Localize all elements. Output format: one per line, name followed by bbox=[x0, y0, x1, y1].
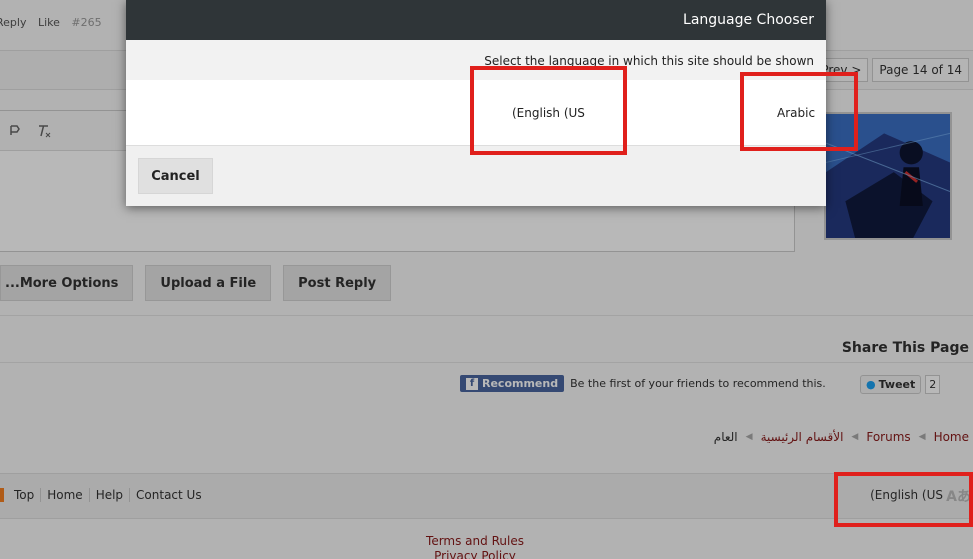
dialog-title: Language Chooser bbox=[126, 0, 826, 40]
highlight-box-footer-language bbox=[834, 472, 973, 527]
dialog-footer: Cancel bbox=[126, 146, 826, 206]
highlight-box-english bbox=[470, 66, 627, 155]
highlight-box-arabic bbox=[740, 72, 858, 151]
cancel-button[interactable]: Cancel bbox=[138, 158, 213, 194]
